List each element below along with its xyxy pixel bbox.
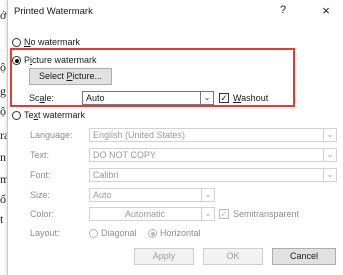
- close-button[interactable]: ×: [318, 3, 334, 18]
- picture-watermark-radio[interactable]: [12, 56, 21, 65]
- picture-watermark-label[interactable]: Picture watermark: [24, 55, 97, 65]
- color-dropdown[interactable]: Automatic ⌄: [89, 207, 215, 221]
- ok-button[interactable]: OK: [203, 248, 263, 265]
- doc-text-fragment: ớ: [0, 8, 7, 22]
- language-value: English (United States): [93, 130, 186, 140]
- doc-text-fragment: n: [0, 150, 6, 164]
- language-dropdown[interactable]: English (United States) ⌄: [89, 128, 337, 142]
- layout-diagonal-label[interactable]: Diagonal: [101, 228, 137, 238]
- text-watermark-radio[interactable]: [12, 111, 21, 120]
- checkmark-icon: ✓: [220, 209, 228, 219]
- doc-text-fragment: g: [0, 84, 6, 98]
- doc-text-fragment: ộ: [0, 60, 6, 74]
- size-dropdown[interactable]: Auto ⌄: [89, 188, 215, 202]
- scale-dropdown[interactable]: Auto ⌄: [82, 91, 214, 105]
- layout-horizontal-label[interactable]: Horizontal: [160, 228, 201, 238]
- chevron-down-icon[interactable]: ⌄: [323, 128, 337, 142]
- help-button[interactable]: ?: [276, 4, 290, 16]
- layout-horizontal-radio[interactable]: [148, 229, 157, 238]
- layout-label: Layout:: [30, 228, 60, 238]
- doc-text-fragment: ố: [0, 192, 6, 206]
- color-value: Automatic: [124, 209, 166, 219]
- color-label: Color:: [30, 209, 55, 219]
- text-label: Text:: [30, 150, 50, 160]
- semitransparent-label[interactable]: Semitransparent: [233, 209, 299, 219]
- no-watermark-radio[interactable]: [12, 38, 21, 47]
- size-value: Auto: [93, 190, 112, 200]
- chevron-down-icon[interactable]: ⌄: [323, 148, 337, 162]
- language-label: Language:: [30, 130, 73, 140]
- scale-label: Scale:: [29, 93, 55, 103]
- font-dropdown[interactable]: Calibri ⌄: [89, 168, 337, 182]
- layout-diagonal-radio[interactable]: [89, 229, 98, 238]
- chevron-down-icon[interactable]: ⌄: [323, 168, 337, 182]
- washout-checkbox[interactable]: ✓: [219, 93, 229, 103]
- apply-button[interactable]: Apply: [134, 248, 194, 265]
- semitransparent-checkbox[interactable]: ✓: [219, 209, 229, 219]
- size-label: Size:: [30, 190, 51, 200]
- dialog-titlebar: Printed Watermark ? ×: [8, 0, 343, 22]
- cancel-button[interactable]: Cancel: [272, 248, 336, 265]
- chevron-down-icon[interactable]: ⌄: [201, 188, 215, 202]
- text-dropdown[interactable]: DO NOT COPY ⌄: [89, 148, 337, 162]
- no-watermark-label[interactable]: No watermark: [24, 37, 80, 47]
- font-value: Calibri: [93, 170, 119, 180]
- chevron-down-icon[interactable]: ⌄: [200, 91, 214, 105]
- doc-text-fragment: t: [0, 212, 4, 226]
- chevron-down-icon[interactable]: ⌄: [201, 207, 215, 221]
- text-value: DO NOT COPY: [93, 150, 156, 160]
- scale-value: Auto: [86, 93, 105, 103]
- dialog-title: Printed Watermark: [14, 6, 93, 17]
- text-watermark-label[interactable]: Text watermark: [24, 110, 85, 120]
- washout-label[interactable]: Washout: [233, 93, 268, 103]
- doc-text-fragment: ộ: [0, 104, 6, 118]
- select-picture-button[interactable]: Select Picture...: [29, 68, 112, 85]
- checkmark-icon: ✓: [220, 93, 228, 103]
- font-label: Font:: [30, 170, 51, 180]
- printed-watermark-dialog: Printed Watermark ? × No watermark Pictu…: [7, 0, 343, 275]
